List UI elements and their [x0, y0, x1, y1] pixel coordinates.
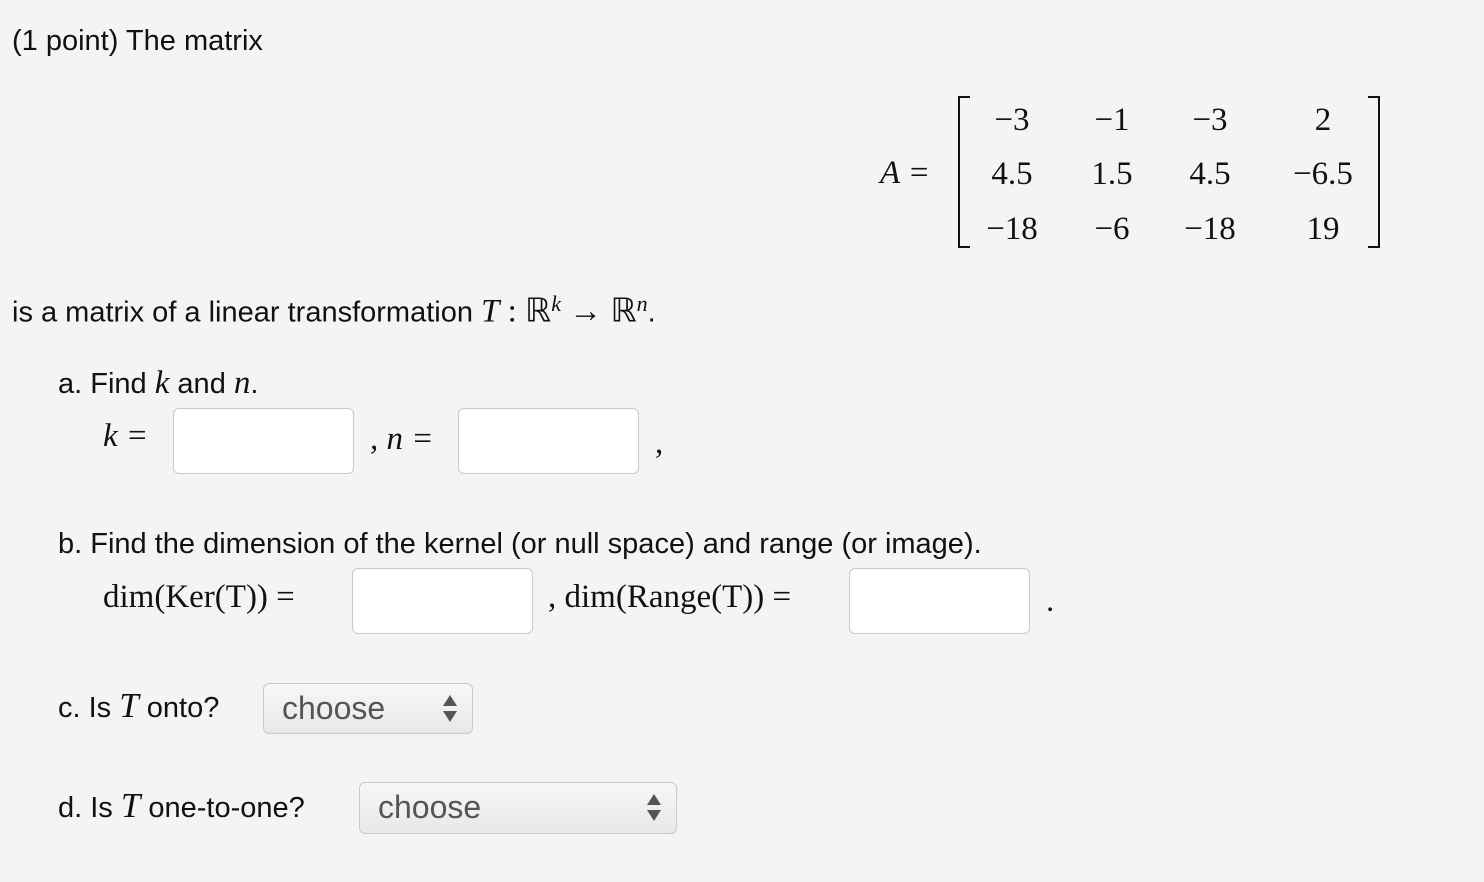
- var-t: T: [481, 293, 500, 330]
- onto-select[interactable]: choose: [263, 683, 473, 734]
- matrix-cell: 4.5: [1189, 156, 1231, 192]
- matrix-cell: −18: [986, 211, 1038, 247]
- onto-text: onto?: [138, 692, 220, 724]
- matrix-cell: −3: [994, 102, 1030, 138]
- statement-text: is a matrix of a linear transformation: [12, 296, 482, 329]
- var-k: k: [154, 365, 170, 401]
- part-d-text: d. Is: [58, 792, 121, 824]
- one-to-one-text: one-to-one?: [140, 792, 305, 824]
- codomain: → ℝ: [560, 293, 637, 330]
- select-value: choose: [378, 789, 482, 825]
- ker-equals: dim(Ker(T)) =: [103, 579, 295, 615]
- statement: is a matrix of a linear transformation T…: [12, 287, 656, 331]
- matrix-cell: −3: [1192, 102, 1228, 138]
- domain: : ℝ: [499, 293, 552, 330]
- part-d-label: d. Is T one-to-one?: [58, 786, 305, 825]
- period: .: [647, 296, 656, 329]
- range-equals: , dim(Range(T)) =: [548, 579, 792, 615]
- matrix-cell: −18: [1184, 211, 1236, 247]
- var-n: n: [233, 365, 251, 401]
- select-value: choose: [282, 690, 386, 726]
- matrix-cell: 1.5: [1091, 156, 1133, 192]
- n-input[interactable]: [458, 408, 639, 474]
- ker-dimension-input[interactable]: [352, 568, 533, 634]
- matrix-cell: 4.5: [991, 156, 1033, 192]
- matrix-cell: 19: [1306, 211, 1340, 247]
- k-input[interactable]: [173, 408, 354, 474]
- matrix-cell: −1: [1094, 102, 1130, 138]
- n-equals: , n =: [370, 421, 434, 457]
- matrix-cell: 2: [1314, 102, 1332, 138]
- part-c-label: c. Is T onto?: [58, 686, 220, 725]
- problem-title: (1 point) The matrix: [12, 25, 263, 57]
- var-t: T: [120, 786, 141, 825]
- part-a-text: a. Find: [58, 368, 155, 400]
- up-down-arrows-icon: [443, 695, 457, 722]
- part-c-text: c. Is: [58, 692, 120, 724]
- var-k: k: [551, 291, 561, 316]
- var-n: n: [636, 291, 648, 316]
- part-b-label: b. Find the dimension of the kernel (or …: [58, 528, 982, 560]
- comma: ,: [655, 425, 664, 461]
- matrix-cell: −6: [1094, 211, 1130, 247]
- k-equals: k =: [103, 418, 149, 454]
- range-dimension-input[interactable]: [849, 568, 1030, 634]
- one-to-one-select[interactable]: choose: [359, 782, 677, 834]
- matrix-label: A =: [880, 155, 931, 191]
- matrix-cell: −6.5: [1293, 156, 1353, 192]
- and-text: and: [169, 368, 234, 400]
- period: .: [1046, 583, 1055, 619]
- up-down-arrows-icon: [647, 794, 661, 821]
- var-t: T: [119, 686, 139, 725]
- part-a-label: a. Find k and n.: [58, 366, 258, 401]
- period: .: [250, 368, 259, 400]
